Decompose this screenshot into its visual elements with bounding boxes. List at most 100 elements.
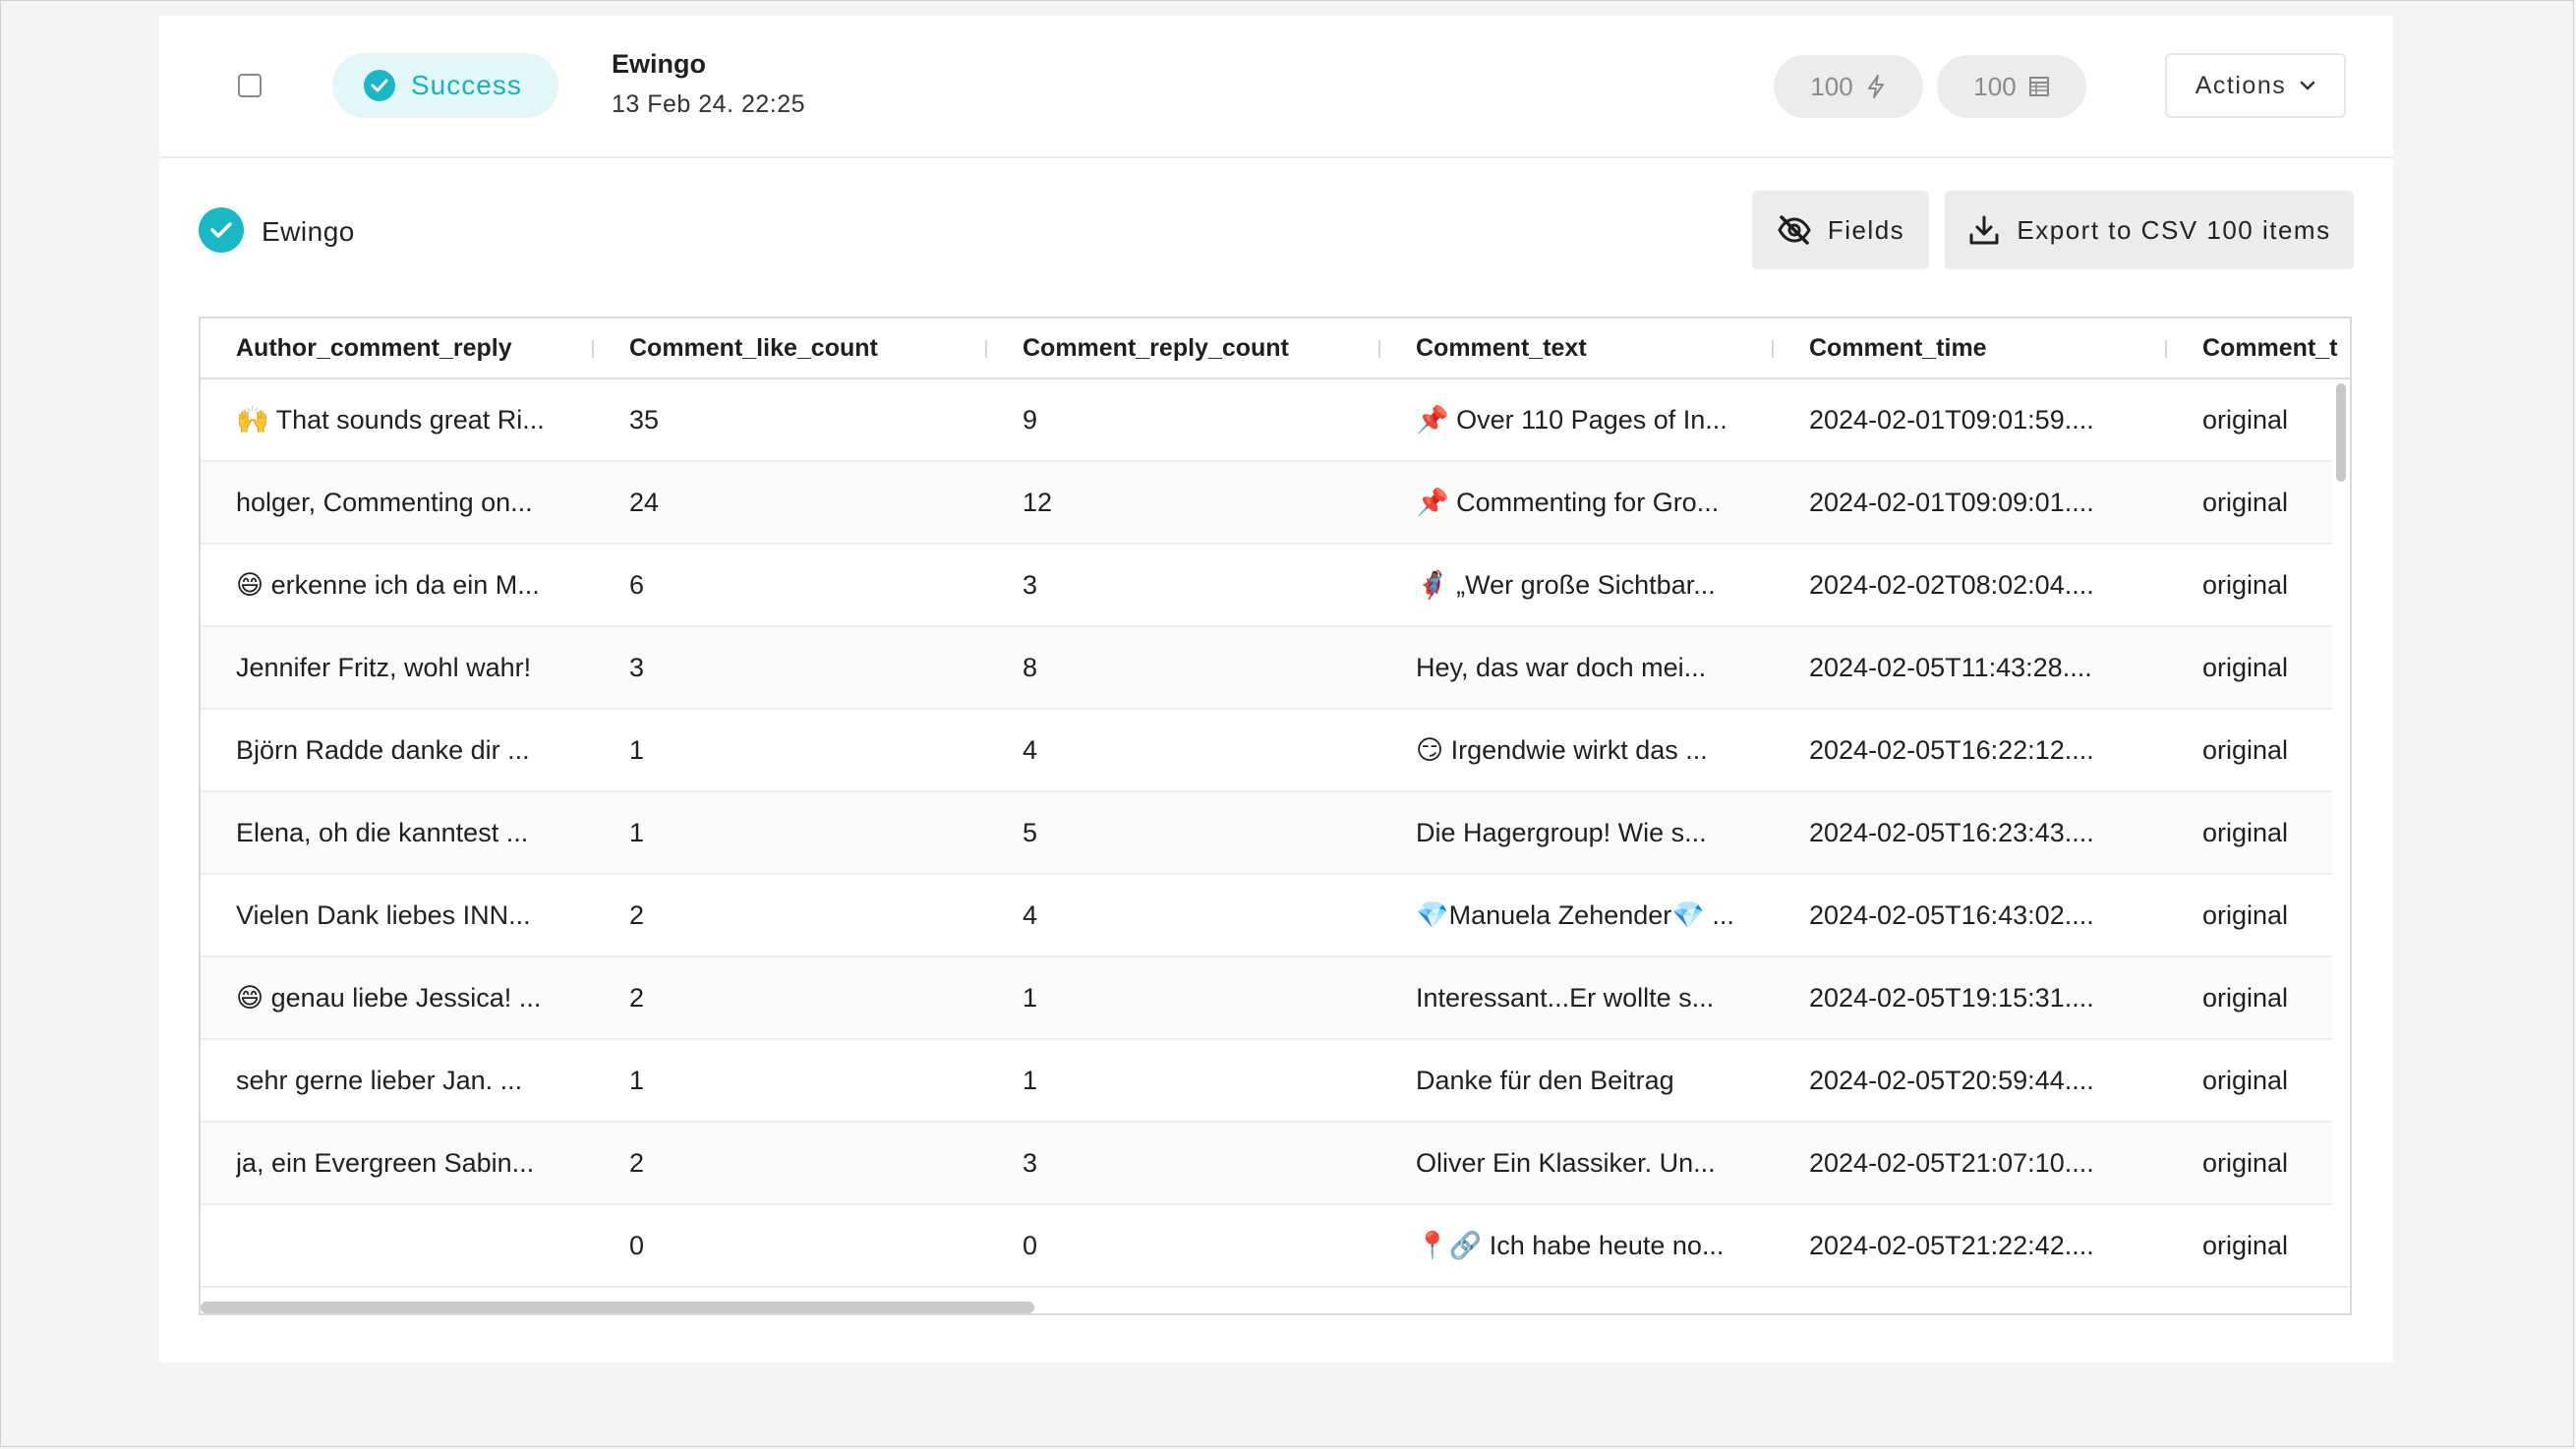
table-cell: 😄 genau liebe Jessica! ... (236, 983, 542, 1013)
table-cell: 12 (1023, 488, 1053, 517)
table-cell: 2024-02-05T16:23:43.... (1809, 818, 2094, 847)
table-cell: 24 (629, 488, 660, 517)
column-header[interactable]: Comment_time (1809, 319, 2163, 377)
run-name: Ewingo (612, 49, 706, 79)
table-row[interactable]: Björn Radde danke dir ... 1 4 😏 Irgendwie w… (201, 710, 2350, 792)
table-cell: 📌 Commenting for Gro... (1416, 488, 1720, 517)
table-cell: 3 (1023, 1148, 1038, 1178)
column-divider[interactable] (1772, 340, 1774, 358)
table-cell: original (2202, 1066, 2289, 1095)
column-divider[interactable] (2165, 340, 2167, 358)
table-cell: 8 (1023, 653, 1038, 682)
rows-value: 100 (1973, 71, 2017, 101)
table-cell: 0 (629, 1231, 645, 1260)
fields-button[interactable]: Fields (1752, 191, 1929, 269)
table-cell: 🙌 That sounds great Ri... (236, 405, 545, 435)
requests-value: 100 (1810, 71, 1853, 101)
requests-metric: 100 (1774, 55, 1923, 118)
table-cell: original (2202, 983, 2289, 1013)
table-cell (236, 1205, 590, 1286)
lightning-icon (1867, 75, 1884, 98)
table-cell: 😏 Irgendwie wirkt das ... (1416, 735, 1708, 765)
table-row[interactable]: 🙌 That sounds great Ri... 35 9 📌 Over 110 P… (201, 379, 2350, 462)
table-cell: 2 (629, 983, 645, 1013)
table-row[interactable]: Elena, oh die kanntest ... 1 5 Die Hagergro… (201, 792, 2350, 875)
table-cell: 4 (1023, 735, 1038, 765)
table-cell: Björn Radde danke dir ... (236, 735, 530, 765)
table-cell: 0 (1023, 1231, 1038, 1260)
column-divider[interactable] (592, 340, 594, 358)
table-cell: 2024-02-05T21:07:10.... (1809, 1148, 2094, 1178)
table-cell: 1 (629, 818, 645, 847)
table-cell: 1 (1023, 1066, 1038, 1095)
actions-button[interactable]: Actions (2165, 53, 2346, 118)
table-cell: 4 (1023, 900, 1038, 930)
table-cell: sehr gerne lieber Jan. ... (236, 1066, 523, 1095)
horizontal-scrollbar-thumb[interactable] (201, 1302, 1034, 1313)
check-circle-icon (364, 70, 395, 101)
table-cell: 35 (629, 405, 660, 435)
table-cell: 2024-02-05T20:59:44.... (1809, 1066, 2094, 1095)
table-cell: 2 (629, 900, 645, 930)
eye-off-icon (1778, 215, 1811, 245)
column-header[interactable]: Comment_reply_count (1023, 319, 1376, 377)
table-cell: 3 (629, 653, 645, 682)
table-cell: original (2202, 818, 2289, 847)
row-select-checkbox[interactable] (238, 74, 262, 97)
run-date: 13 Feb 24. 22:25 (612, 90, 806, 118)
table-row[interactable]: Vielen Dank liebes INN... 2 4 💎Manuela Zehe… (201, 875, 2350, 957)
table-cell: original (2202, 570, 2289, 600)
run-card: Success Ewingo 13 Feb 24. 22:25 100 1 00 … (159, 16, 2393, 1362)
column-header[interactable]: Author_comment_reply (236, 319, 590, 377)
table-cell: 2024-02-01T09:01:59.... (1809, 405, 2094, 435)
table-cell: 😄 erkenne ich da ein M... (236, 570, 540, 600)
export-label: Export to CSV 100 items (2017, 214, 2331, 245)
vertical-scrollbar-thumb[interactable] (2336, 383, 2346, 482)
table-row[interactable]: 0 0 📍🔗 Ich habe heute no... 2024-02-05T21:2… (201, 1205, 2350, 1288)
table-cell: original (2202, 735, 2289, 765)
table-cell: original (2202, 488, 2289, 517)
table-cell: 2024-02-05T16:22:12.... (1809, 735, 2094, 765)
column-header[interactable]: Comment_text (1416, 319, 1770, 377)
actions-label: Actions (2195, 71, 2287, 99)
download-icon (1969, 215, 1999, 245)
table-cell: 2024-02-05T11:43:28.... (1809, 653, 2092, 682)
status-badge: Success (332, 53, 558, 118)
table-row[interactable]: sehr gerne lieber Jan. ... 1 1 Danke für de… (201, 1040, 2350, 1123)
table-row[interactable]: ja, ein Evergreen Sabin... 2 3 Oliver Ein K… (201, 1123, 2350, 1205)
table-row[interactable]: Jennifer Fritz, wohl wahr! 3 8 Hey, das war… (201, 627, 2350, 710)
table-cell: 🦸🏾‍♀️ „Wer große Sichtbar... (1416, 570, 1716, 600)
status-text: Success (411, 70, 522, 100)
table-cell: original (2202, 1231, 2289, 1260)
table-cell: 2024-02-05T19:15:31.... (1809, 983, 2094, 1013)
export-csv-button[interactable]: Export to CSV 100 items (1945, 191, 2354, 269)
table-cell: Die Hagergroup! Wie s... (1416, 818, 1707, 847)
dataset-name: Ewingo (262, 216, 355, 247)
table-cell: holger, Commenting on... (236, 488, 533, 517)
table-header: Author_comment_reply Comment_like_count … (201, 319, 2350, 379)
table-icon (2028, 77, 2049, 96)
table-cell: ja, ein Evergreen Sabin... (236, 1148, 535, 1178)
table-cell: 2024-02-05T21:22:42.... (1809, 1231, 2094, 1260)
table-cell: 2024-02-02T08:02:04.... (1809, 570, 2094, 600)
table-cell: Elena, oh die kanntest ... (236, 818, 529, 847)
table-cell: 5 (1023, 818, 1038, 847)
column-divider[interactable] (985, 340, 987, 358)
table-cell: 💎Manuela Zehender💎 ... (1416, 900, 1734, 930)
table-cell: 2024-02-05T16:43:02.... (1809, 900, 2094, 930)
column-header[interactable]: Comment_t (2202, 319, 2350, 377)
table-cell: Interessant...Er wollte s... (1416, 983, 1715, 1013)
column-header[interactable]: Comment_like_count (629, 319, 983, 377)
table-row[interactable]: 😄 erkenne ich da ein M... 6 3 🦸🏾‍♀️ „Wer gr… (201, 545, 2350, 627)
table-cell: Hey, das war doch mei... (1416, 653, 1707, 682)
chevron-down-icon (2300, 81, 2315, 90)
table-cell: Danke für den Beitrag (1416, 1066, 1674, 1095)
run-header: Success Ewingo 13 Feb 24. 22:25 100 100 … (159, 16, 2393, 158)
column-divider[interactable] (1378, 340, 1380, 358)
table-row[interactable]: 😄 genau liebe Jessica! ... 2 1 Interessant.… (201, 957, 2350, 1040)
table-cell: 📌 Over 110 Pages of In... (1416, 405, 1727, 435)
table-row[interactable]: holger, Commenting on... 24 12 📌 Commenting… (201, 462, 2350, 545)
vertical-scrollbar-track[interactable] (2332, 379, 2350, 1264)
table-cell: Oliver Ein Klassiker. Un... (1416, 1148, 1716, 1178)
table-cell: 1 (629, 1066, 645, 1095)
